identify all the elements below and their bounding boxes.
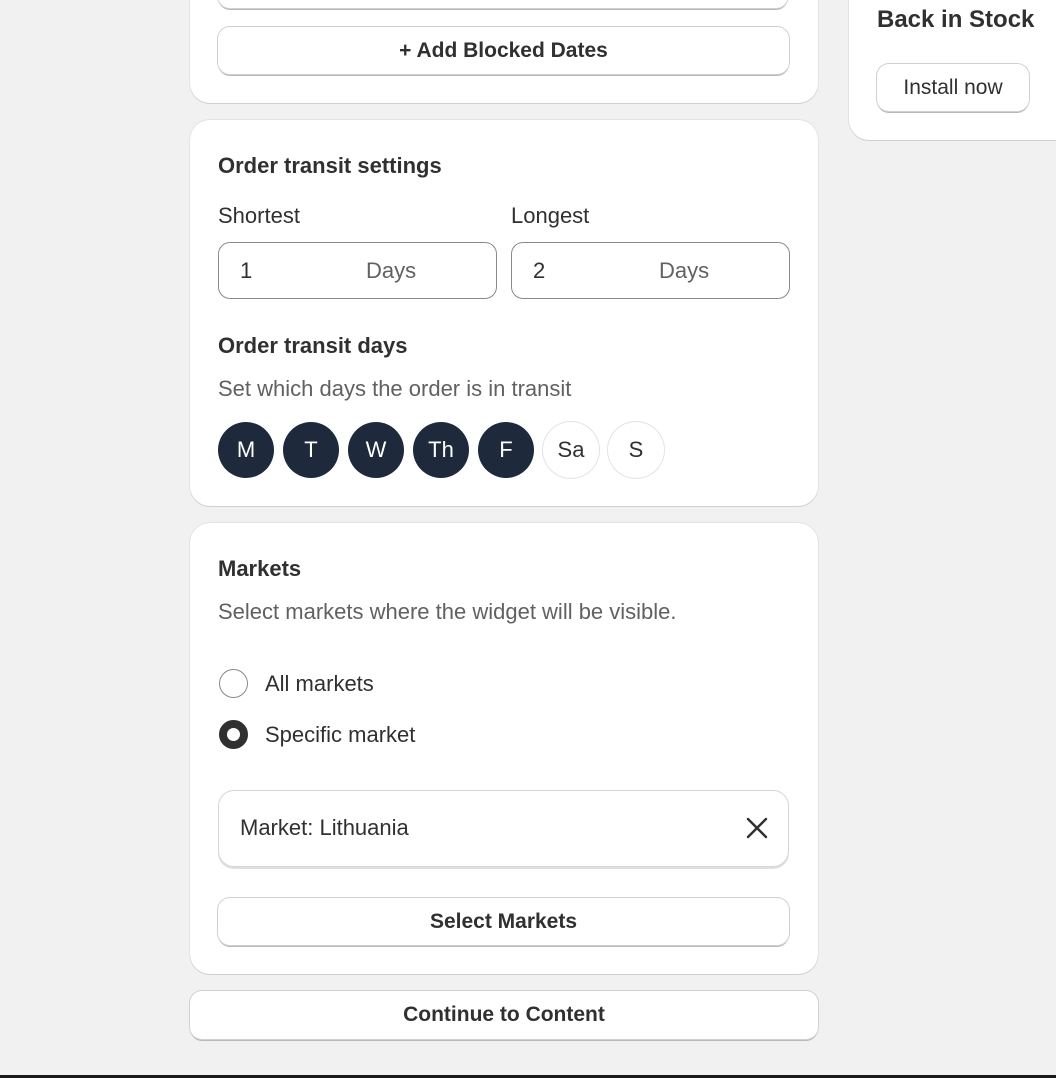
transit-settings-title: Order transit settings [218, 153, 442, 178]
shortest-days-suffix: Days [366, 258, 417, 283]
day-toggle-saturday[interactable]: Sa [543, 422, 599, 478]
page: + Add Blocked Dates Back in Stock Instal… [0, 0, 1056, 1078]
day-toggle-monday[interactable]: M [218, 422, 274, 478]
day-toggle-tuesday[interactable]: T [283, 422, 339, 478]
longest-days-suffix: Days [659, 258, 710, 283]
markets-title: Markets [218, 556, 302, 581]
continue-to-content-button[interactable]: Continue to Content [190, 991, 818, 1039]
radio-label: All markets [265, 670, 374, 696]
close-icon[interactable] [746, 817, 768, 839]
longest-days-value: 2 [533, 258, 546, 283]
order-transit-settings-card: Order transit settings Shortest Longest … [190, 120, 818, 506]
radio-specific-market[interactable]: Specific market [219, 720, 415, 749]
radio-all-markets[interactable]: All markets [219, 669, 374, 698]
radio-circle[interactable] [219, 720, 248, 749]
shortest-days-value: 1 [240, 258, 253, 283]
add-blocked-dates-button[interactable]: + Add Blocked Dates [218, 27, 789, 74]
day-toggle-friday[interactable]: F [478, 422, 534, 478]
longest-days-field[interactable]: 2 Days [511, 242, 790, 299]
radio-circle[interactable] [219, 669, 248, 698]
day-toggle-thursday[interactable]: Th [413, 422, 469, 478]
transit-days-subtitle: Set which days the order is in transit [218, 376, 572, 401]
transit-days-title: Order transit days [218, 333, 408, 358]
shortest-label: Shortest [218, 203, 300, 228]
markets-card: Markets Select markets where the widget … [190, 523, 818, 974]
shortest-days-field[interactable]: 1 Days [218, 242, 497, 299]
blocked-date-entry[interactable] [218, 0, 788, 8]
promo-title: Back in Stock [877, 6, 1035, 33]
selected-market-tag: Market: Lithuania [218, 790, 789, 867]
back-in-stock-promo-card: Back in Stock Install now [849, 0, 1056, 140]
day-toggle-wednesday[interactable]: W [348, 422, 404, 478]
select-markets-button[interactable]: Select Markets [218, 898, 789, 945]
selected-market-label: Market: Lithuania [240, 815, 409, 840]
day-toggle-sunday[interactable]: S [608, 422, 664, 478]
longest-label: Longest [511, 203, 590, 228]
transit-day-selector: M T W Th F Sa S [218, 422, 664, 478]
markets-subtitle: Select markets where the widget will be … [218, 599, 677, 624]
install-now-button[interactable]: Install now [877, 64, 1029, 111]
radio-label: Specific market [265, 721, 416, 747]
blocked-dates-card: + Add Blocked Dates [190, 0, 818, 103]
